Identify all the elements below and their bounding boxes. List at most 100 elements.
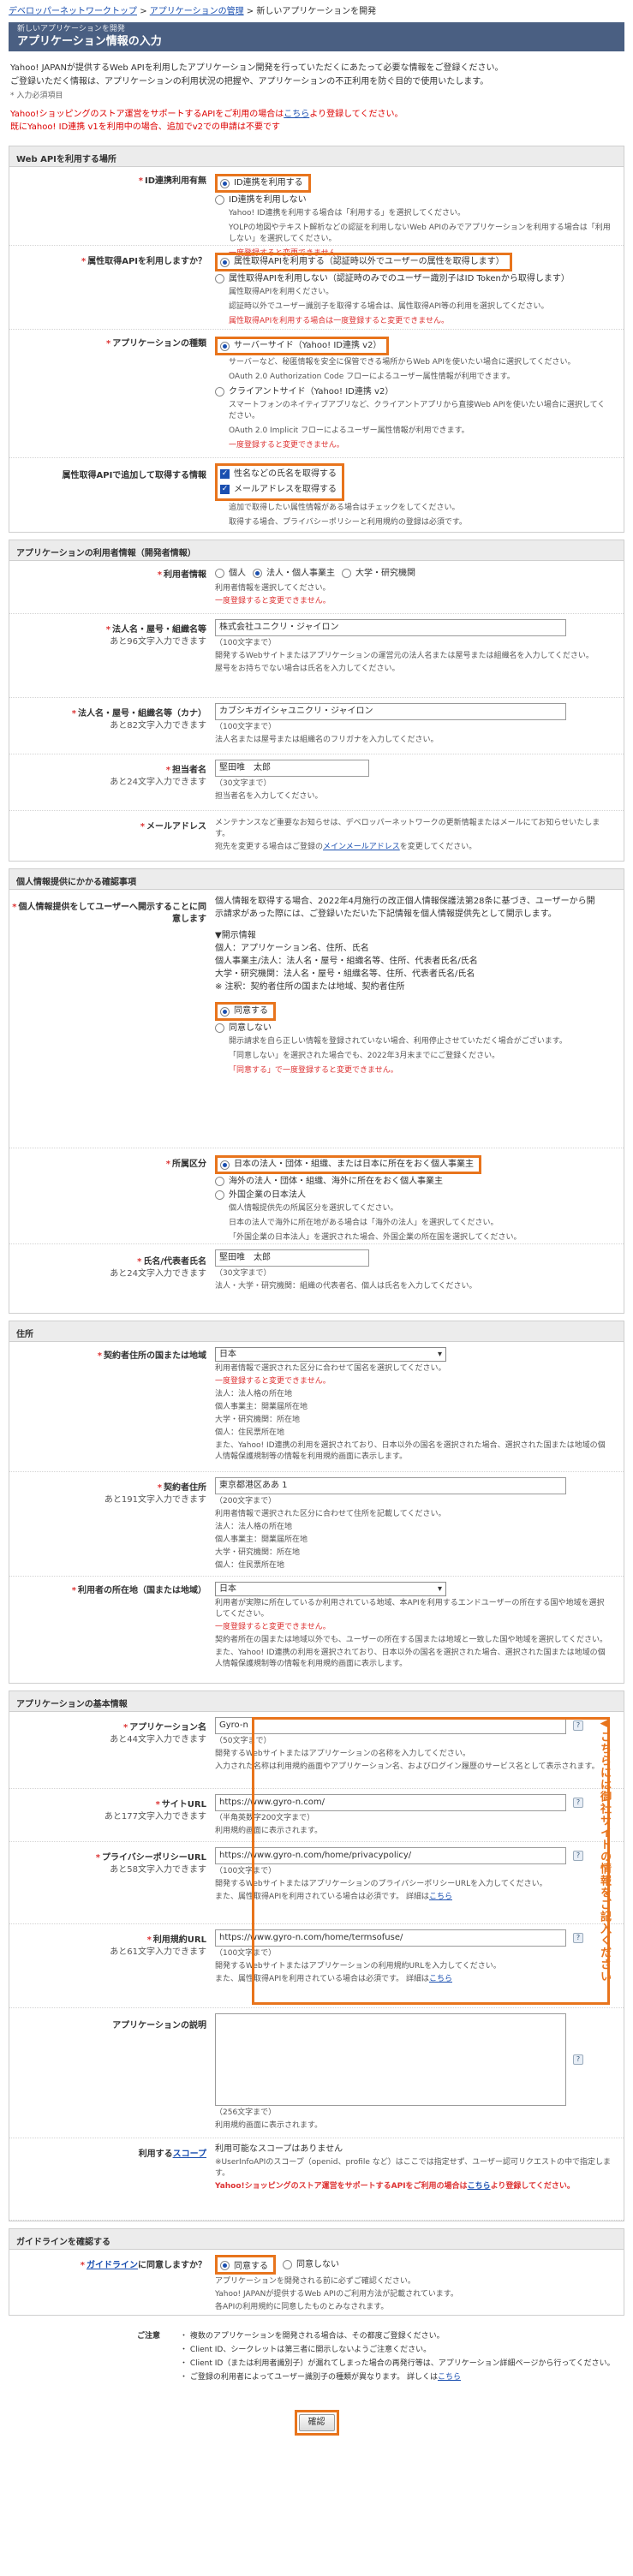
consent-text: 個人情報を取得する場合、2022年4月施行の改正個人情報保護法第28条に基づき、… (215, 897, 595, 919)
main-email-link[interactable]: メインメールアドレス (323, 843, 400, 851)
residence-foreign-jp-option[interactable]: 外国企業の日本法人 (215, 1190, 612, 1202)
field-desc: YOLPの地図やテキスト解析などの認証を利用しないWeb APIのみでアプリケー… (229, 224, 611, 243)
field-note: 利用者情報を選択してください。 (215, 584, 331, 593)
radio-icon[interactable] (342, 569, 351, 578)
field-user-country: *利用者の所在地（国または地域） 日本 利用者が実際に所在しているか利用されてい… (9, 1577, 624, 1683)
radio-icon[interactable] (283, 2259, 292, 2269)
address-input[interactable]: 東京都港区ああ 1 (215, 1477, 566, 1494)
disclose-item: 大学・研究機関：法人名・屋号・組織名等、住所、代表者氏名/氏名 (215, 969, 475, 979)
field-note: 大学・研究機関：所在地 (215, 1416, 301, 1424)
intro-warning: Yahoo!ショッピングのストア運営をサポートするAPIをご利用の場合はこちらよ… (10, 108, 623, 134)
user-type-individual-option[interactable]: 個人 (215, 568, 246, 580)
radio-icon[interactable] (215, 274, 224, 283)
disclose-item: 個人事業主/法人：法人名・屋号・組織名等、住所、代表者氏名/氏名 (215, 957, 478, 966)
breadcrumb-app-manage-link[interactable]: アプリケーションの管理 (150, 7, 244, 16)
breadcrumb-devnet-link[interactable]: デベロッパーネットワークトップ (9, 7, 137, 16)
radio-icon[interactable] (215, 195, 224, 205)
radio-icon[interactable] (253, 569, 262, 578)
field-label: * 利用者の所在地（国または地域） (71, 1586, 206, 1595)
field-note: 個人：住民票所在地 (215, 1561, 285, 1570)
user-type-corp-option[interactable]: 法人・個人事業主 (253, 568, 335, 580)
app-desc-textarea[interactable] (215, 2013, 566, 2106)
field-guideline: * ガイドラインに同意しますか？ 同意する 同意しない アプリケーションを開発され… (9, 2250, 624, 2315)
attr-api-yes-option[interactable]: 属性取得APIを利用する（認証時以外でユーザーの属性を取得します） (215, 253, 512, 271)
field-warning: 一度登録すると変更できません。 (229, 441, 344, 450)
country-select[interactable]: 日本 (215, 1347, 446, 1362)
app-type-client-option[interactable]: クライアントサイド（Yahoo! ID連携 v2） (215, 386, 612, 398)
guideline-agree-option[interactable]: 同意する (215, 2255, 276, 2275)
user-country-select[interactable]: 日本 (215, 1582, 446, 1596)
radio-icon[interactable] (220, 179, 230, 188)
field-note: （100文字まで） (215, 639, 277, 647)
field-warning: Yahoo!ショッピングのストア運営をサポートするAPIをご利用の場合はこちらよ… (215, 2182, 575, 2191)
field-note: 法人名または屋号または組織名のフリガナを入力してください。 (215, 736, 439, 744)
radio-icon[interactable] (220, 2260, 230, 2270)
radio-icon[interactable] (220, 258, 230, 267)
field-note: 利用規約画面に表示されます。 (215, 2121, 323, 2130)
field-scope: 利用するスコープ 利用可能なスコープはありません ※UserInfoAPIのスコ… (9, 2138, 624, 2221)
field-email: * メールアドレス メンテナンスなど重要なお知らせは、デベロッパーネットワークの更… (9, 811, 624, 861)
scope-help-link[interactable]: スコープ (173, 2150, 206, 2159)
user-type-univ-option[interactable]: 大学・研究機関 (342, 568, 415, 580)
rep-name-input[interactable]: 堅田唯 太郎 (215, 1249, 369, 1267)
field-rep-name: * 氏名/代表者氏名 あと24文字入力できます 堅田唯 太郎 （30文字まで） 法人… (9, 1244, 624, 1313)
field-warning: 一度登録すると変更できません。 (215, 1623, 331, 1631)
id-link-off-option[interactable]: ID連携を利用しない (215, 194, 612, 206)
intro: Yahoo! JAPANが提供するWeb APIを利用したアプリケーション開発を… (9, 51, 624, 139)
radio-icon[interactable] (215, 1023, 224, 1033)
radio-icon[interactable] (220, 1160, 230, 1170)
scope-name-checkbox[interactable]: ✓ 性名などの氏名を取得する (220, 468, 337, 480)
field-label: * 利用規約URL あと61文字入力できます (110, 1935, 206, 1957)
confirm-area: 確認 (9, 2410, 624, 2436)
field-user-type: * 利用者情報 個人 法人・個人事業主 大学・研究機関 利用者情報を選択してくださ… (9, 561, 624, 614)
field-note: （200文字まで） (215, 1497, 277, 1506)
field-desc: OAuth 2.0 Authorization Code フローによるユーザー属… (229, 373, 515, 381)
breadcrumb-sep: > (140, 7, 147, 16)
footnote-details-link[interactable]: こちら (438, 2373, 461, 2382)
radio-icon[interactable] (220, 342, 230, 351)
field-address: * 契約者住所 あと191文字入力できます 東京都港区ああ 1 （200文字まで） … (9, 1472, 624, 1577)
field-note: 法人：法人格の所在地 (215, 1523, 293, 1531)
confirm-button[interactable]: 確認 (298, 2414, 335, 2431)
consent-disagree-option[interactable]: 同意しない (215, 1023, 612, 1035)
checkbox-icon[interactable]: ✓ (220, 469, 230, 479)
store-api-link-2[interactable]: こちら (468, 2182, 491, 2191)
field-desc: スマートフォンのネイティブアプリなど、クライアントアプリから直接Web APIを… (229, 401, 606, 420)
field-note: 個人事業主：開業届所在地 (215, 1403, 308, 1411)
consent-agree-option[interactable]: 同意する (215, 1002, 276, 1021)
section-heading: ガイドラインを確認する (9, 2229, 624, 2250)
checkbox-icon[interactable]: ✓ (220, 485, 230, 494)
residence-jp-option[interactable]: 日本の法人・団体・組織、または日本に所在をおく個人事業主 (215, 1155, 481, 1174)
field-label: * メールアドレス (140, 822, 206, 832)
attr-api-no-option[interactable]: 属性取得APIを利用しない（認証時のみでのユーザー識別子はID Tokenから取… (215, 273, 612, 285)
residence-foreign-option[interactable]: 海外の法人・団体・組織、海外に所在をおく個人事業主 (215, 1176, 612, 1188)
id-link-on-option[interactable]: ID連携を利用する (215, 174, 311, 193)
corp-kana-input[interactable]: カブシキガイシャユニクリ・ジャイロン (215, 703, 566, 720)
field-warning: 一度登録すると変更できません。 (215, 597, 331, 605)
contact-name-input[interactable]: 堅田唯 太郎 (215, 760, 369, 777)
radio-icon[interactable] (215, 569, 224, 578)
store-api-link[interactable]: こちら (284, 110, 309, 119)
intro-warning-text: より登録してください。 (309, 110, 403, 119)
radio-icon[interactable] (215, 387, 224, 397)
disclose-item: ※ 注釈：契約者住所の国または地域、契約者住所 (215, 982, 405, 992)
section-basic-info: アプリケーションの基本情報 * アプリケーション名 あと44文字入力できます Gyr… (9, 1690, 624, 2221)
field-note: （100文字まで） (215, 723, 277, 731)
radio-icon[interactable] (215, 1190, 224, 1200)
field-note: （30文字まで） (215, 779, 272, 788)
guideline-link[interactable]: ガイドライン (87, 2261, 138, 2270)
side-annotation: ◀こちらには御社サイトの情報をご記入ください (598, 1717, 611, 1983)
radio-icon[interactable] (220, 1007, 230, 1017)
app-type-server-option[interactable]: サーバーサイド（Yahoo! ID連携 v2） (215, 337, 390, 355)
field-desc: 属性取得APIを利用ください。 (229, 288, 334, 296)
corp-name-input[interactable]: 株式会社ユニクリ・ジャイロン (215, 619, 566, 636)
radio-icon[interactable] (215, 1177, 224, 1186)
guideline-disagree-option[interactable]: 同意しない (283, 2259, 339, 2271)
breadcrumb: デベロッパーネットワークトップ > アプリケーションの管理 > 新しいアプリケー… (9, 5, 624, 19)
page-title: アプリケーション情報の入力 (17, 35, 162, 48)
field-note: （256文字まで） (215, 2108, 277, 2117)
field-note: 利用者情報で選択された区分に合わせて国名を選択してください。 (215, 1364, 446, 1373)
field-label: * 法人名・屋号・組織名等 あと96文字入力できます (105, 625, 206, 647)
help-icon[interactable]: ? (573, 2054, 583, 2065)
scope-email-checkbox[interactable]: ✓ メールアドレスを取得する (220, 484, 337, 496)
